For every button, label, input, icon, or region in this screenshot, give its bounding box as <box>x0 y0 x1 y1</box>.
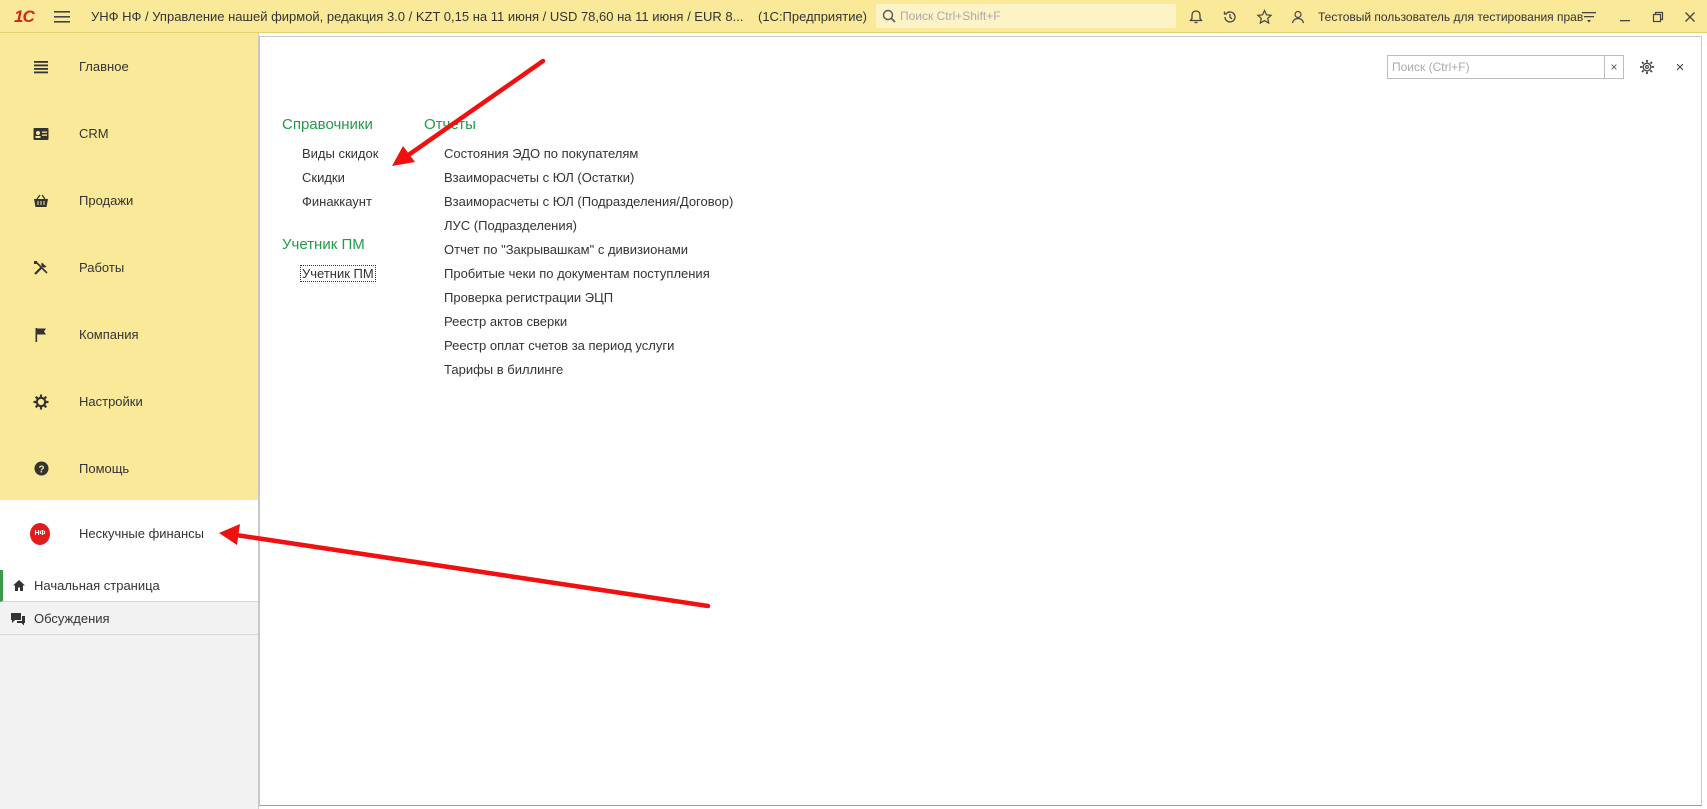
section-sales[interactable]: Продажи <box>0 167 258 234</box>
section-crm[interactable]: CRM <box>0 100 258 167</box>
search-icon <box>882 9 896 23</box>
discussions-link[interactable]: Обсуждения <box>0 603 258 635</box>
report-edo-states[interactable]: Состояния ЭДО по покупателям <box>444 146 638 161</box>
window-title: УНФ НФ / Управление нашей фирмой, редакц… <box>91 9 744 24</box>
bell-icon[interactable] <box>1185 6 1207 28</box>
panel-settings-icon[interactable] <box>1636 56 1658 78</box>
close-window-icon[interactable] <box>1679 6 1701 28</box>
restore-icon[interactable] <box>1647 6 1669 28</box>
report-reconciliation-registry[interactable]: Реестр актов сверки <box>444 314 567 329</box>
report-closing-docs[interactable]: Отчет по "Закрывашкам" с дивизионами <box>444 242 688 257</box>
app-logo[interactable]: 1С <box>14 0 35 33</box>
section-label: Главное <box>79 59 129 74</box>
nf-badge: НФ <box>30 522 50 545</box>
group-title-catalogs: Справочники <box>282 116 373 133</box>
command-discount-types[interactable]: Виды скидок <box>302 146 378 161</box>
section-label: Работы <box>79 260 125 275</box>
global-search-placeholder: Поиск Ctrl+Shift+F <box>900 9 1001 23</box>
section-label: Помощь <box>79 461 130 476</box>
main-menu-icon <box>31 57 51 77</box>
function-panel: × × Справочники Виды скидок Скидки Финак… <box>259 36 1702 806</box>
clear-search-button[interactable]: × <box>1604 55 1624 79</box>
nf-logo-icon: НФ <box>30 522 50 545</box>
section-boring-finance-row[interactable]: НФ Нескучные финансы <box>0 500 258 567</box>
current-user[interactable]: Тестовый пользователь для тестирования п… <box>1318 0 1583 33</box>
report-settlements-divisions[interactable]: Взаиморасчеты с ЮЛ (Подразделения/Догово… <box>444 194 733 209</box>
command-discounts[interactable]: Скидки <box>302 170 345 185</box>
home-page-label: Начальная страница <box>34 578 160 593</box>
section-label: Продажи <box>79 193 134 208</box>
section-label: CRM <box>79 126 109 141</box>
report-lus-divisions[interactable]: ЛУС (Подразделения) <box>444 218 577 233</box>
title-bar: 1С УНФ НФ / Управление нашей фирмой, ред… <box>0 0 1707 33</box>
gear-icon <box>31 392 51 412</box>
contact-card-icon <box>31 124 51 144</box>
help-icon: ? <box>31 459 51 479</box>
section-label: Настройки <box>79 394 143 409</box>
section-label: Компания <box>79 327 139 342</box>
group-title-reports: Отчеты <box>424 116 476 133</box>
section-list: Главное CRM Продажи Работы Компания Наст… <box>0 33 258 500</box>
tools-icon <box>31 258 51 278</box>
chat-bubbles-icon <box>10 611 26 627</box>
platform-label: (1С:Предприятие) <box>758 9 868 24</box>
settings-lines-icon[interactable] <box>1578 6 1600 28</box>
discussions-label: Обсуждения <box>34 611 110 626</box>
command-pm-accountant[interactable]: Учетник ПМ <box>300 265 376 282</box>
star-icon[interactable] <box>1253 6 1275 28</box>
history-icon[interactable] <box>1219 6 1241 28</box>
basket-icon <box>31 191 51 211</box>
flag-icon <box>31 325 51 345</box>
group-title-pm: Учетник ПМ <box>282 236 365 253</box>
command-finaccount[interactable]: Финаккаунт <box>302 194 372 209</box>
home-icon <box>11 578 27 594</box>
section-label: Нескучные финансы <box>79 526 204 541</box>
close-panel-button[interactable]: × <box>1670 56 1690 78</box>
minimize-icon[interactable] <box>1614 6 1636 28</box>
section-company[interactable]: Компания <box>0 301 258 368</box>
home-page-link[interactable]: Начальная страница <box>0 570 258 602</box>
section-help[interactable]: ? Помощь <box>0 435 258 502</box>
report-payments-registry[interactable]: Реестр оплат счетов за период услуги <box>444 338 674 353</box>
panel-search-input[interactable] <box>1387 55 1613 79</box>
report-receipts-by-docs[interactable]: Пробитые чеки по документам поступления <box>444 266 710 281</box>
section-main[interactable]: Главное <box>0 33 258 100</box>
sections-panel: Главное CRM Продажи Работы Компания Наст… <box>0 33 259 809</box>
svg-text:?: ? <box>38 464 44 475</box>
global-search-field[interactable]: Поиск Ctrl+Shift+F <box>876 4 1176 28</box>
report-settlements-balances[interactable]: Взаиморасчеты с ЮЛ (Остатки) <box>444 170 634 185</box>
main-menu-icon[interactable] <box>54 0 72 33</box>
report-billing-tariffs[interactable]: Тарифы в биллинге <box>444 362 563 377</box>
report-signature-check[interactable]: Проверка регистрации ЭЦП <box>444 290 613 305</box>
section-settings[interactable]: Настройки <box>0 368 258 435</box>
section-works[interactable]: Работы <box>0 234 258 301</box>
user-icon[interactable] <box>1287 6 1309 28</box>
